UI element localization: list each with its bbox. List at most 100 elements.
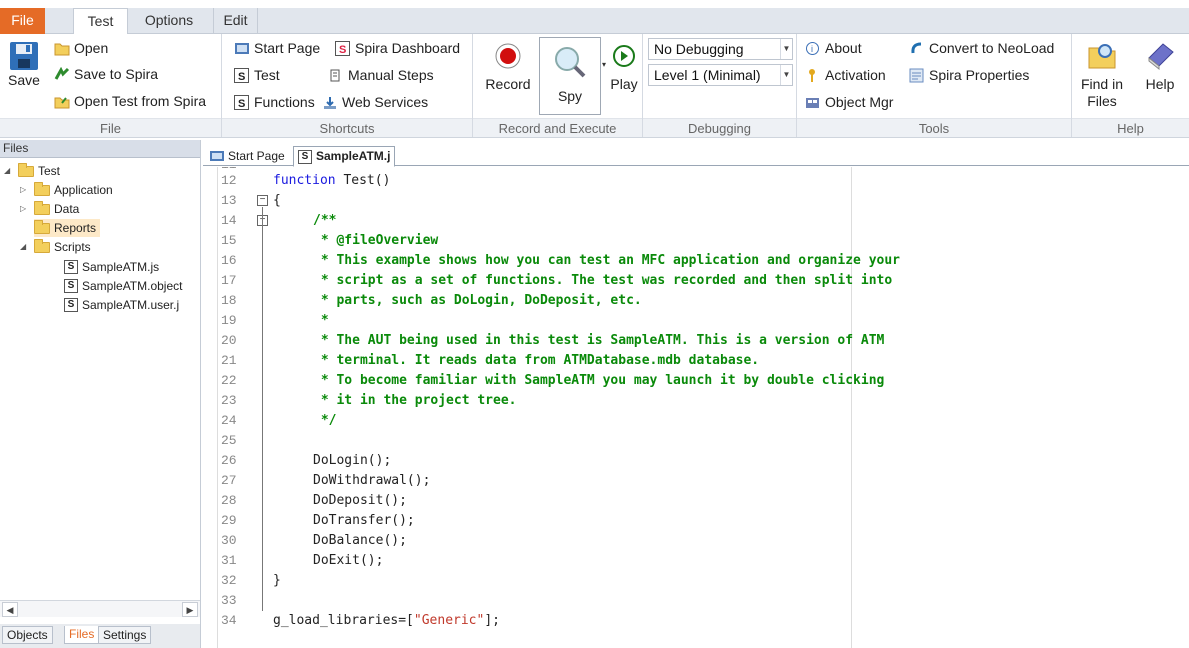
tab-edit[interactable]: Edit [213, 8, 258, 34]
convert-neoload-button[interactable]: Convert to NeoLoad [909, 38, 1054, 58]
tab-file[interactable]: File [0, 8, 45, 34]
help-group-label: Help [1072, 118, 1189, 137]
functions-button[interactable]: S Functions [234, 92, 315, 112]
comment-line: */ [313, 413, 337, 428]
fold-toggle-icon[interactable]: − [257, 195, 268, 206]
play-label: Play [610, 76, 638, 92]
line-number: 24 [221, 413, 237, 428]
open-button[interactable]: Open [54, 38, 108, 58]
shortcuts-group: Start Page S Spira Dashboard S Test Manu… [222, 34, 473, 137]
collapse-arrow-icon[interactable]: ◢ [20, 238, 30, 256]
manual-steps-button[interactable]: Manual Steps [328, 65, 434, 85]
save-to-spira-label: Save to Spira [74, 66, 159, 82]
keyword-token: function [273, 173, 336, 188]
help-button[interactable]: Help [1140, 38, 1180, 98]
horizontal-scrollbar[interactable]: ◀ ▶ [0, 600, 200, 617]
tab-test[interactable]: Test [73, 8, 128, 35]
record-button[interactable]: Record [481, 40, 535, 100]
tree-node-test[interactable]: ◢ Test [4, 162, 60, 180]
expand-arrow-icon[interactable]: ▷ [20, 200, 30, 218]
find-in-files-icon [1088, 44, 1116, 69]
line-number: 32 [221, 573, 237, 588]
collapse-arrow-icon[interactable]: ◢ [4, 162, 14, 180]
find-in-files-button[interactable]: Find in Files [1078, 38, 1126, 114]
spira-dashboard-label: Spira Dashboard [355, 40, 461, 56]
start-page-label: Start Page [254, 40, 321, 56]
spira-properties-button[interactable]: Spira Properties [909, 65, 1029, 85]
open-from-spira-button[interactable]: Open Test from Spira [54, 91, 206, 111]
code-area[interactable]: 11 12 13 14 15 16 17 18 19 20 21 22 23 2… [203, 167, 1189, 648]
tab-files[interactable]: Files [64, 626, 100, 644]
line-number: 13 [221, 193, 237, 208]
about-button[interactable]: i About [805, 38, 862, 58]
script-file-icon: S [64, 279, 78, 293]
test-shortcut-button[interactable]: S Test [234, 65, 280, 85]
tree-node-file[interactable]: S SampleATM.user.j [64, 296, 179, 314]
tree-node-data[interactable]: ▷ Data [20, 200, 79, 218]
tab-settings[interactable]: Settings [98, 626, 152, 644]
editor-tab-label: Start Page [228, 148, 285, 163]
activation-label: Activation [825, 67, 886, 83]
tree-node-file[interactable]: S SampleATM.object [64, 277, 182, 295]
debug-mode-select[interactable]: No Debugging ▼ [648, 38, 793, 60]
line-number: 30 [221, 533, 237, 548]
line-number: 33 [221, 593, 237, 608]
debug-level-value: Level 1 (Minimal) [654, 67, 761, 83]
object-mgr-label: Object Mgr [825, 94, 894, 110]
tab-objects[interactable]: Objects [2, 626, 53, 644]
spy-dropdown-arrow[interactable]: ▾ [602, 37, 608, 92]
tab-options[interactable]: Options [133, 8, 205, 34]
web-services-icon [322, 95, 337, 110]
spira-dashboard-button[interactable]: S Spira Dashboard [335, 38, 460, 58]
manual-steps-label: Manual Steps [348, 67, 434, 83]
record-icon [495, 43, 521, 69]
spira-open-icon [54, 94, 70, 109]
line-number: 31 [221, 553, 237, 568]
save-to-spira-button[interactable]: Save to Spira [54, 64, 158, 84]
web-services-button[interactable]: Web Services [322, 92, 428, 112]
tree-node-reports[interactable]: Reports [34, 219, 101, 237]
help-book-icon [1148, 43, 1174, 71]
script-icon: S [234, 67, 249, 83]
play-button[interactable]: Play [609, 40, 639, 100]
panel-tabs: Objects Files Settings [0, 624, 200, 648]
tree-node-application[interactable]: ▷ Application [20, 181, 113, 199]
open-from-spira-label: Open Test from Spira [74, 93, 207, 109]
menu-bar: File Test Options Edit [0, 0, 1189, 35]
expand-arrow-icon[interactable]: ▷ [20, 181, 30, 199]
line-number: 18 [221, 293, 237, 308]
editor-tab-start-page[interactable]: Start Page [205, 146, 289, 166]
comment-line: * This example shows how you can test an… [313, 253, 900, 268]
line-number: 25 [221, 433, 237, 448]
object-manager-icon [805, 95, 820, 110]
editor-tab-label: SampleATM.j [316, 149, 391, 163]
spy-button[interactable]: Spy [539, 37, 601, 115]
tree-node-scripts[interactable]: ◢ Scripts [20, 238, 91, 256]
convert-neoload-label: Convert to NeoLoad [929, 40, 1055, 56]
tree-label: SampleATM.object [82, 279, 183, 293]
line-number: 22 [221, 373, 237, 388]
files-panel: Files ◢ Test ▷ Application ▷ Data Reports ◢… [0, 140, 201, 648]
editor-tab-sampleatm[interactable]: S SampleATM.j [293, 146, 396, 167]
line-number: 29 [221, 513, 237, 528]
code-line: DoLogin(); [313, 453, 392, 468]
file-group-label: File [0, 118, 221, 137]
tools-group: i About Convert to NeoLoad Activation Sp… [797, 34, 1072, 137]
play-icon [613, 45, 635, 67]
activation-button[interactable]: Activation [805, 65, 886, 85]
web-services-label: Web Services [342, 94, 429, 110]
tree-node-file[interactable]: S SampleATM.js [64, 258, 159, 276]
editor-tabs: Start Page S SampleATM.j [203, 144, 1189, 167]
debug-level-select[interactable]: Level 1 (Minimal) ▼ [648, 64, 793, 86]
scroll-left-icon[interactable]: ◀ [2, 602, 18, 617]
comment-line: * terminal. It reads data from ATMDataba… [313, 353, 760, 368]
start-page-button[interactable]: Start Page [234, 38, 320, 58]
neoload-icon [909, 41, 924, 56]
object-mgr-button[interactable]: Object Mgr [805, 92, 893, 112]
folder-icon [34, 238, 50, 253]
save-button[interactable]: Save [4, 40, 44, 100]
functions-label: Functions [254, 94, 315, 110]
code-line: { [273, 193, 281, 208]
spira-save-icon [54, 66, 70, 82]
scroll-right-icon[interactable]: ▶ [182, 602, 198, 617]
